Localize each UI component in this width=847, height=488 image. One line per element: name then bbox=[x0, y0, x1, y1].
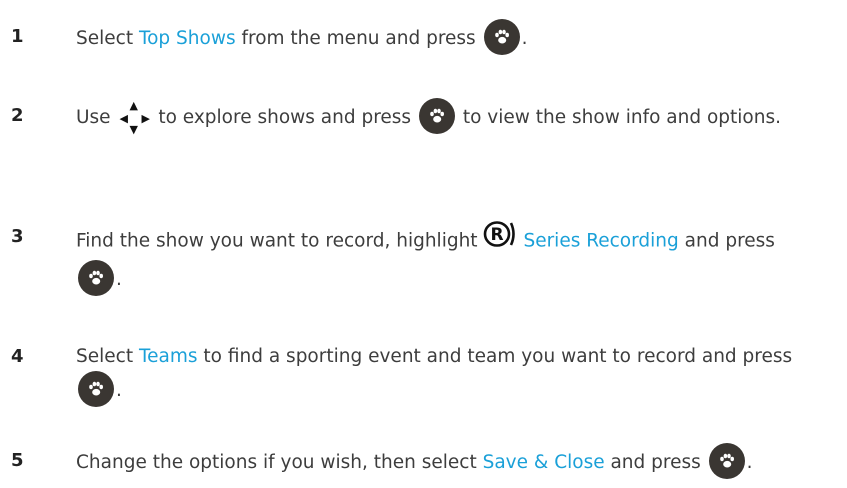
step-number: 5 bbox=[11, 450, 24, 471]
step-text: Select Teams to find a sporting event an… bbox=[76, 341, 816, 409]
step-text: Select Top Shows from the menu and press… bbox=[76, 19, 816, 57]
paw-icon bbox=[483, 19, 520, 55]
arrow-cluster-icon: ▲ ◀ ▶ ▼ bbox=[119, 99, 150, 136]
step-number: 3 bbox=[11, 226, 24, 247]
step-number: 2 bbox=[11, 105, 24, 126]
paw-icon bbox=[708, 443, 745, 479]
svg-text:R: R bbox=[491, 225, 504, 245]
teams-link: Teams bbox=[138, 346, 198, 367]
top-shows-link: Top Shows bbox=[138, 28, 236, 49]
step-number: 4 bbox=[11, 346, 24, 367]
step-text: Use ▲ ◀ ▶ ▼ to explore shows and press to v… bbox=[76, 98, 781, 136]
paw-icon bbox=[78, 371, 114, 407]
paw-icon bbox=[418, 98, 455, 134]
paw-icon bbox=[78, 260, 114, 296]
step-text: Change the options if you wish, then sel… bbox=[76, 443, 816, 481]
series-recording-link: Series Recording bbox=[523, 230, 679, 252]
step-number: 1 bbox=[11, 26, 24, 47]
r-record-icon: R bbox=[483, 219, 519, 260]
step-text: Find the show you want to record, highli… bbox=[76, 221, 816, 298]
save-close-link: Save & Close bbox=[482, 452, 605, 473]
